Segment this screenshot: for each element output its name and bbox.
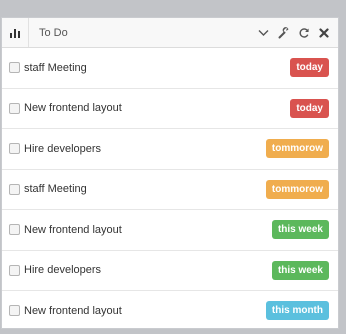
todo-item: Hire developers this week — [2, 251, 338, 291]
todo-label: staff Meeting — [24, 61, 87, 74]
todo-item: Hire developers tommorow — [2, 129, 338, 170]
due-badge: today — [290, 58, 329, 78]
widget-title: To Do — [39, 26, 68, 39]
widget-toolbar — [257, 18, 330, 47]
refresh-icon[interactable] — [297, 26, 310, 39]
todo-label: New frontend layout — [24, 304, 122, 317]
todo-item: staff Meeting tommorow — [2, 170, 338, 210]
todo-label: Hire developers — [24, 264, 102, 277]
todo-checkbox[interactable] — [9, 305, 20, 317]
due-badge: tommorow — [265, 179, 329, 199]
todo-label: staff Meeting — [24, 183, 87, 196]
due-badge: today — [290, 98, 329, 118]
due-badge: this week — [271, 220, 329, 240]
todo-checkbox[interactable] — [9, 224, 20, 236]
bar-chart-icon — [2, 18, 29, 47]
todo-item: New frontend layout this week — [2, 210, 338, 251]
due-badge: this week — [271, 260, 329, 280]
todo-item: staff Meeting today — [2, 48, 338, 89]
todo-checkbox[interactable] — [9, 264, 20, 276]
todo-list: staff Meeting today New frontend layout … — [2, 48, 338, 328]
todo-label: Hire developers — [24, 142, 102, 155]
due-badge: tommorow — [265, 139, 329, 159]
todo-label: New frontend layout — [24, 223, 122, 236]
widget-header: To Do — [2, 18, 338, 48]
due-badge: this month — [265, 301, 329, 321]
todo-item: New frontend layout this month — [2, 291, 338, 328]
todo-checkbox[interactable] — [9, 102, 20, 114]
todo-checkbox[interactable] — [9, 183, 20, 195]
todo-checkbox[interactable] — [9, 143, 20, 155]
todo-label: New frontend layout — [24, 102, 122, 115]
todo-widget: To Do staff Meeting today New frontend l… — [1, 17, 339, 329]
todo-item: New frontend layout today — [2, 89, 338, 129]
close-icon[interactable] — [317, 26, 330, 39]
todo-checkbox[interactable] — [9, 62, 20, 74]
chevron-down-icon[interactable] — [257, 26, 270, 39]
wrench-icon[interactable] — [277, 26, 290, 39]
